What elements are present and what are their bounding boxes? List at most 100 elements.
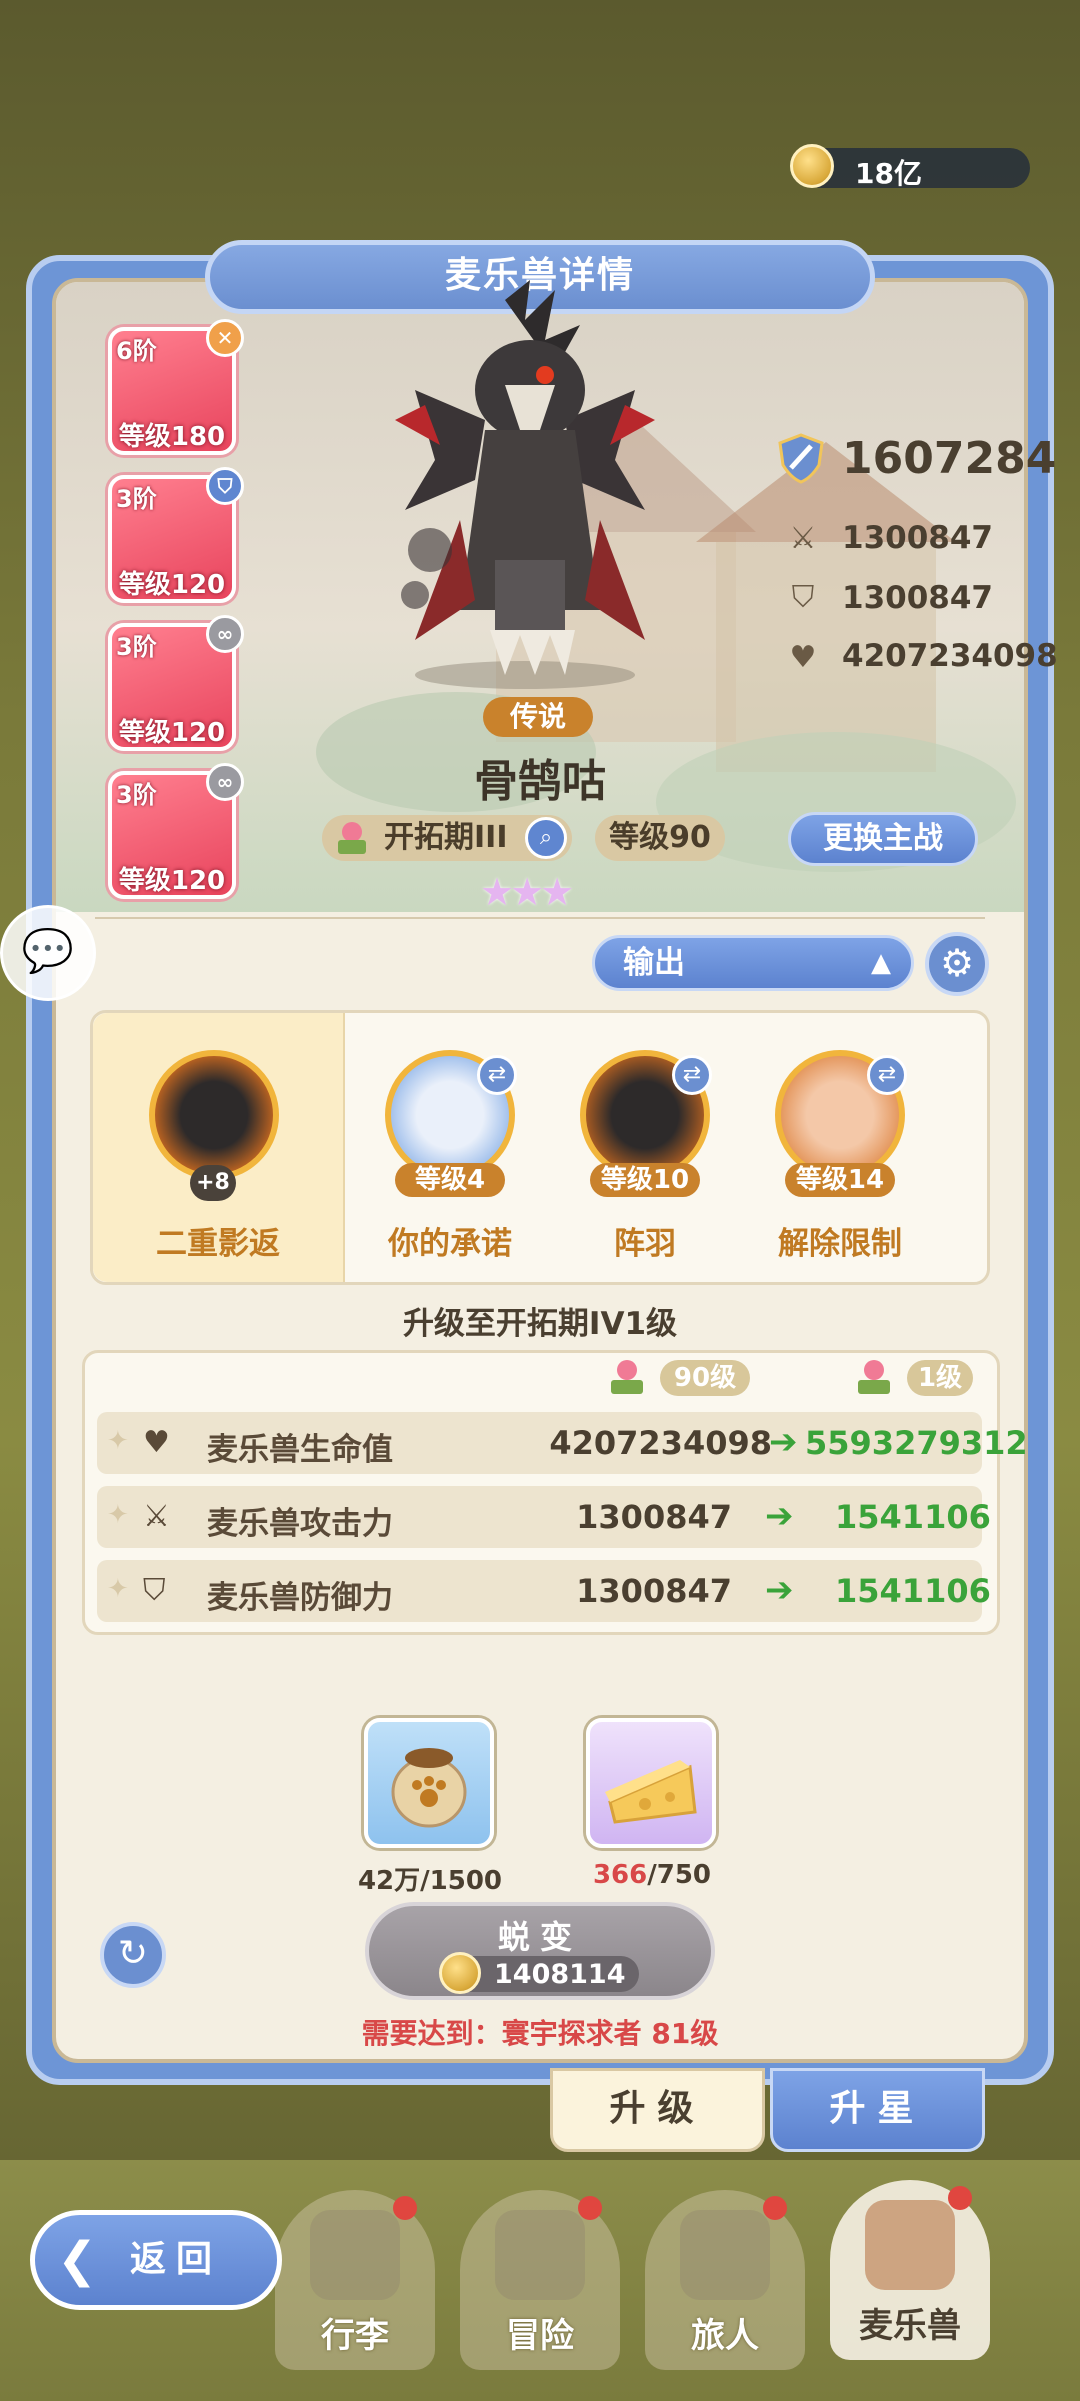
- stat-new: 5593279312: [805, 1424, 1028, 1462]
- back-arrow-icon: ❮: [57, 2232, 98, 2288]
- team-level: 等级180: [118, 422, 226, 452]
- back-label: 返回: [130, 2239, 223, 2280]
- tab-star-up[interactable]: 升星: [770, 2068, 985, 2152]
- material-have: 42万: [357, 1866, 421, 1896]
- combat-power: 1607284: [842, 433, 1057, 484]
- tab-upgrade[interactable]: 升级: [550, 2068, 765, 2152]
- skill-name: 你的承诺: [388, 1226, 512, 1262]
- switch-main-button[interactable]: 更换主战: [788, 812, 978, 866]
- swap-icon[interactable]: ⇄: [867, 1055, 907, 1095]
- stat-old: 1300847: [576, 1572, 732, 1610]
- material-slot-1[interactable]: [364, 1718, 494, 1848]
- heart-icon: ♥: [143, 1425, 170, 1460]
- pet-name: 骨鹄咕: [474, 756, 606, 807]
- evolve-cost: 1408114: [439, 1952, 639, 1994]
- link-icon: ∞: [206, 615, 244, 653]
- role-select[interactable]: 输出 ▲: [592, 935, 914, 991]
- skill-level: 等级14: [785, 1163, 895, 1197]
- team-slot-2[interactable]: 3阶 等级120 ⛉: [108, 467, 244, 603]
- food-bag-icon: [391, 1748, 467, 1828]
- evolve-cost-value: 1408114: [494, 1959, 626, 1990]
- flower-stage-icon: [858, 1360, 890, 1394]
- chevron-up-icon: ▲: [871, 948, 891, 978]
- evolve-requirement: 需要达到：寰宇探求者 81级: [361, 2017, 719, 2050]
- skill-name: 二重影返: [156, 1226, 280, 1262]
- stat-new: 1541106: [835, 1572, 991, 1610]
- swap-icon[interactable]: ⇄: [672, 1055, 712, 1095]
- team-slot-4[interactable]: 3阶 等级120 ∞: [108, 763, 244, 899]
- gold-coin-icon: [790, 144, 834, 188]
- role-selected: 输出: [623, 945, 685, 981]
- notification-dot: [763, 2196, 787, 2220]
- team-slot-1[interactable]: 6阶 等级180 ✕: [108, 319, 244, 455]
- evolve-button[interactable]: 蜕变 1408114: [365, 1902, 715, 2000]
- nav-item-adventure[interactable]: 冒险: [460, 2190, 620, 2370]
- shield-icon: ⛉: [143, 1573, 166, 1608]
- back-button[interactable]: ❮ 返回: [30, 2210, 282, 2310]
- cheese-icon: [605, 1760, 697, 1824]
- stat-name: 麦乐兽生命值: [207, 1432, 393, 1468]
- swords-icon: ✕: [206, 319, 244, 357]
- swords-icon: [495, 2210, 585, 2300]
- stat-new: 1541106: [835, 1498, 991, 1536]
- rarity-badge: 传说: [483, 697, 593, 737]
- chat-bubble-icon[interactable]: 💬: [0, 905, 96, 1001]
- refresh-icon[interactable]: ↻: [100, 1922, 166, 1988]
- sparkle-icon: ✦: [107, 1426, 129, 1456]
- link-icon: ∞: [206, 763, 244, 801]
- divider: [95, 917, 985, 919]
- skill-bonus-badge: +8: [190, 1165, 236, 1201]
- material-have: 366: [592, 1860, 648, 1890]
- skill-icon-1[interactable]: [149, 1050, 279, 1180]
- stat-row-defense: ✦ ⛉ 麦乐兽防御力 1300847 ➔ 1541106: [97, 1560, 991, 1622]
- shield-icon: ⛉: [206, 467, 244, 505]
- evolve-label: 蜕变: [497, 1918, 582, 1956]
- team-rank: 3阶: [116, 485, 157, 513]
- arrow-right-icon: ➔: [765, 1496, 794, 1536]
- stat-name: 麦乐兽防御力: [207, 1580, 393, 1616]
- nav-label: 旅人: [691, 2316, 759, 2356]
- stat-old: 1300847: [576, 1498, 732, 1536]
- flower-stage-icon: [611, 1360, 643, 1394]
- attack-value: 1300847: [842, 520, 993, 556]
- sparkle-icon: ✦: [107, 1500, 129, 1530]
- nav-item-traveler[interactable]: 旅人: [645, 2190, 805, 2370]
- swords-icon: ⚔: [143, 1499, 170, 1534]
- star-rating: ★★★: [480, 870, 574, 914]
- skill-level: 等级4: [395, 1163, 505, 1197]
- nav-item-pets[interactable]: 麦乐兽: [830, 2180, 990, 2360]
- traveler-icon: [680, 2210, 770, 2300]
- hp-value: 4207234098: [842, 638, 1058, 674]
- nav-label: 行李: [321, 2316, 389, 2356]
- team-level: 等级120: [118, 866, 226, 896]
- stage-label: 开拓期III: [384, 820, 508, 855]
- notification-dot: [393, 2196, 417, 2220]
- team-rank: 3阶: [116, 781, 157, 809]
- upgrade-title: 升级至开拓期IV1级: [402, 1306, 678, 1342]
- magnify-icon[interactable]: ⌕: [525, 817, 567, 859]
- defense-value: 1300847: [842, 580, 993, 616]
- team-level: 等级120: [118, 718, 226, 748]
- stat-row-attack: ✦ ⚔ 麦乐兽攻击力 1300847 ➔ 1541106: [97, 1486, 991, 1548]
- skill-name: 阵羽: [614, 1226, 676, 1262]
- material-slot-2[interactable]: [586, 1718, 716, 1848]
- material-count-1: 42万/1500: [330, 1860, 530, 1897]
- team-slot-3[interactable]: 3阶 等级120 ∞: [108, 615, 244, 751]
- pet-portrait: [395, 280, 655, 689]
- team-level: 等级120: [118, 570, 226, 600]
- to-level: 1级: [907, 1360, 973, 1396]
- arrow-right-icon: ➔: [769, 1422, 798, 1462]
- material-need: /750: [647, 1860, 712, 1890]
- swords-icon: ⚔: [789, 521, 817, 556]
- material-need: /1500: [420, 1866, 503, 1896]
- notification-dot: [948, 2186, 972, 2210]
- stat-name: 麦乐兽攻击力: [207, 1506, 393, 1542]
- shield-icon: ⛉: [791, 580, 815, 615]
- arrow-right-icon: ➔: [765, 1570, 794, 1610]
- nav-item-bag[interactable]: 行李: [275, 2190, 435, 2370]
- chest-icon: [310, 2210, 400, 2300]
- gear-icon[interactable]: ⚙: [925, 932, 989, 996]
- gold-coin-icon: [439, 1952, 481, 1994]
- notification-dot: [578, 2196, 602, 2220]
- swap-icon[interactable]: ⇄: [477, 1055, 517, 1095]
